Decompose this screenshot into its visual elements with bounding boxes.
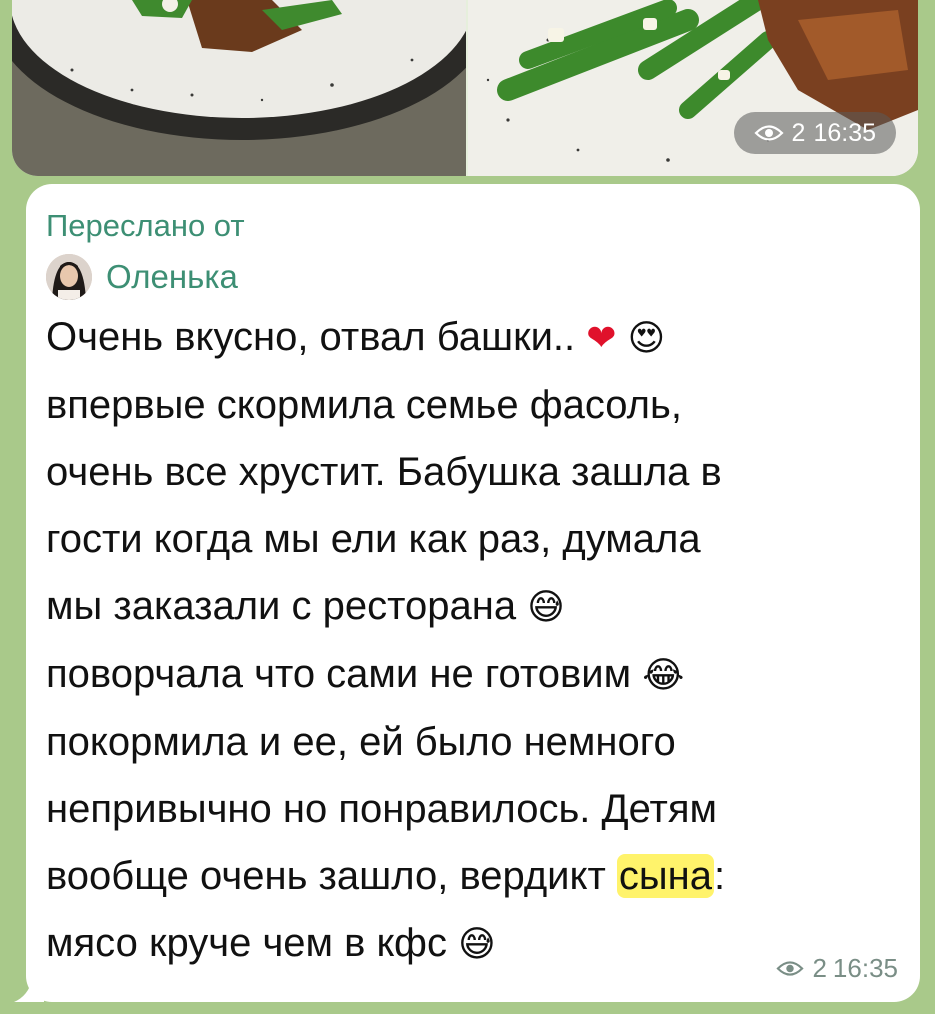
line-3: очень все хрустит. Бабушка зашла в [46,450,722,494]
tears-of-joy-emoji: 😂 [642,655,685,696]
text-message[interactable]: Переслано от Оленька Очень вкусно, отвал… [26,184,920,1002]
line-9-end: : [714,854,726,898]
sweat-smile-emoji: 😅 [527,587,565,628]
line-9: вообще очень зашло, вердикт [46,854,617,898]
line-6: поворчала что сами не готовим [46,652,632,696]
line-10: мясо круче чем в кфс [46,921,447,965]
photo-time: 16:35 [813,118,876,147]
avatar[interactable] [46,254,92,300]
message-time: 16:35 [832,953,898,983]
highlighted-word: сына [616,854,714,898]
photo-food-left[interactable] [12,0,466,176]
heart-emoji: ❤ [586,318,617,359]
photo-album-message[interactable]: 2 16:35 [12,0,918,176]
line-2: впервые скормила семье фасоль, [46,383,682,427]
forwarded-author-name[interactable]: Оленька [106,258,238,296]
eye-icon [753,124,784,142]
photo-meta-badge: 2 16:35 [733,112,896,154]
sweat-smile-emoji-2: 😅 [458,924,496,965]
forwarded-from[interactable]: Оленька [46,254,238,300]
line-4: гости когда мы ели как раз, думала [46,517,701,561]
message-views: 2 [812,953,827,983]
message-meta: 2 16:35 [776,953,898,984]
photo-views: 2 [791,118,806,147]
forwarded-label: Переслано от [46,208,245,243]
line-8: непривычно но понравилось. Детям [46,787,717,831]
photo-food-right[interactable]: 2 16:35 [468,0,918,176]
line-1: Очень вкусно, отвал башки.. [46,315,576,359]
line-5: мы заказали с ресторана [46,584,517,628]
heart-eyes-emoji: 😍 [627,318,666,359]
eye-icon [776,960,806,978]
message-text: Очень вкусно, отвал башки.. ❤ 😍 впервые … [46,304,926,978]
line-7: покормила и ее, ей было немного [46,720,676,764]
